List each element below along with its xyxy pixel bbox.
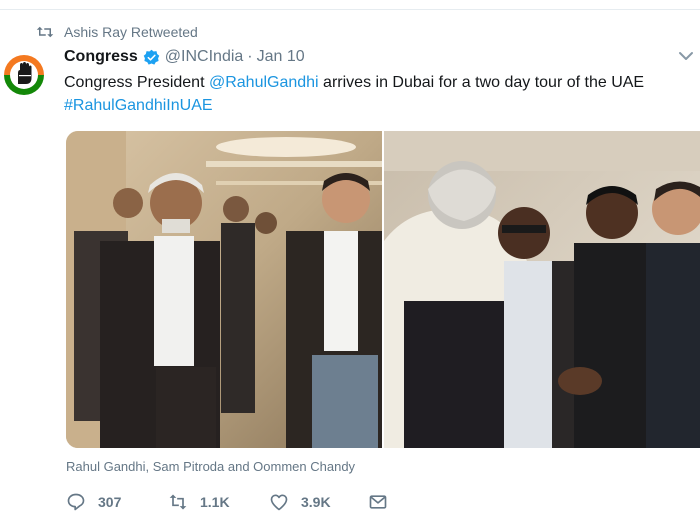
retweet-icon <box>36 26 54 38</box>
retweet-count: 1.1K <box>200 494 230 510</box>
like-button[interactable]: 3.9K <box>269 490 331 514</box>
tweet-text-part: Congress President <box>64 74 209 91</box>
congress-logo-icon <box>0 51 48 99</box>
header-separator: · <box>247 48 253 65</box>
chevron-down-icon[interactable] <box>678 48 694 64</box>
mention-link[interactable]: @RahulGandhi <box>209 74 319 91</box>
verified-badge-icon <box>143 49 160 65</box>
reply-count: 307 <box>98 494 122 510</box>
tweet-text-part: arrives in Dubai for a two day tour of t… <box>318 74 645 91</box>
tweet-actions: 307 1.1K 3.9K <box>66 490 700 514</box>
tweet-date[interactable]: Jan 10 <box>257 48 305 66</box>
reply-icon <box>67 493 85 511</box>
envelope-icon <box>369 495 387 509</box>
tweet-header: Congress @INCIndia · Jan 10 <box>64 46 700 68</box>
direct-message-button[interactable] <box>368 490 400 514</box>
like-count: 3.9K <box>301 494 331 510</box>
retweet-icon <box>169 494 187 510</box>
author-handle[interactable]: @INCIndia <box>165 48 244 66</box>
retweet-button[interactable]: 1.1K <box>168 490 230 514</box>
avatar[interactable] <box>0 51 48 99</box>
media-caption: Rahul Gandhi, Sam Pitroda and Oommen Cha… <box>66 459 356 474</box>
heart-icon <box>270 494 288 511</box>
author-name[interactable]: Congress <box>64 48 138 66</box>
reply-button[interactable]: 307 <box>66 490 121 514</box>
hashtag-link[interactable]: #RahulGandhiInUAE <box>64 97 213 114</box>
media-grid <box>66 131 700 448</box>
photo-walking-group[interactable] <box>66 131 382 448</box>
retweet-banner[interactable]: Ashis Ray Retweeted <box>36 22 198 42</box>
photo-handshake-group[interactable] <box>384 131 700 448</box>
retweet-banner-text: Ashis Ray Retweeted <box>64 24 198 40</box>
top-divider <box>0 9 700 10</box>
tweet-text: Congress President @RahulGandhi arrives … <box>64 71 694 117</box>
